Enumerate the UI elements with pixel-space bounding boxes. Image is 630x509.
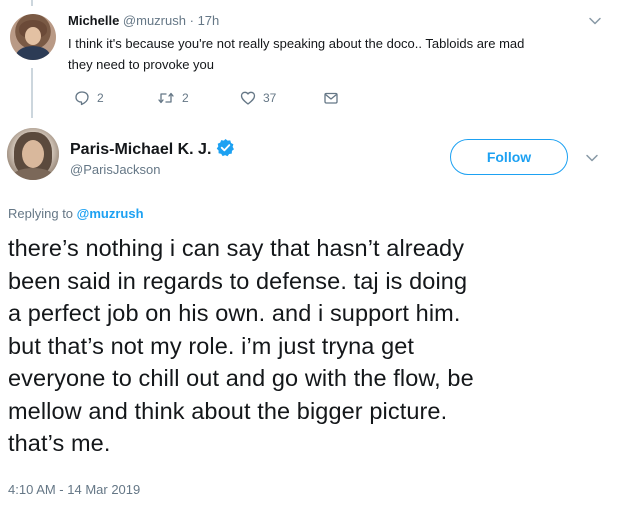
tweet-text: there’s nothing i can say that hasn’t al… (8, 232, 618, 460)
reply-separator: · (189, 13, 194, 28)
tweet-text-line: but that’s not my role. i’m just tryna g… (8, 332, 415, 359)
avatar[interactable] (10, 14, 56, 60)
chevron-down-icon[interactable] (588, 14, 602, 28)
reply-count: 2 (97, 91, 104, 105)
tweet-text-line: a perfect job on his own. and i support … (8, 300, 461, 326)
reply-action[interactable]: 2 (74, 90, 104, 106)
verified-badge-icon (217, 138, 235, 157)
reply-header: Michelle @muzrush · 17h (68, 13, 219, 28)
like-count: 37 (263, 91, 277, 105)
follow-button[interactable]: Follow (450, 139, 568, 175)
reply-author-name[interactable]: Michelle (68, 13, 119, 28)
replying-to: Replying to @muzrush (8, 206, 144, 221)
retweet-count: 2 (182, 91, 189, 105)
message-action[interactable] (323, 90, 339, 106)
heart-icon (240, 91, 256, 105)
replying-handle-link[interactable]: @muzrush (77, 206, 144, 221)
reply-text-line: they need to provoke you (68, 57, 214, 72)
retweet-icon (158, 92, 174, 104)
tweet-timestamp[interactable]: 4:10 AM - 14 Mar 2019 (8, 482, 140, 497)
tweet-text-line: been said in regards to defense. taj is … (8, 267, 468, 294)
tweet-text-line: that’s me. (8, 430, 111, 456)
reply-tweet[interactable]: Michelle @muzrush · 17h I think it's bec… (0, 0, 630, 118)
tweet-text-line: there’s nothing i can say that hasn’t al… (8, 235, 465, 261)
tweet-text-line: everyone to chill out and go with the fl… (8, 365, 474, 391)
comment-icon (75, 91, 89, 106)
author-name[interactable]: Paris-Michael K. J. (70, 141, 211, 158)
avatar-face (25, 27, 41, 45)
like-action[interactable]: 37 (240, 90, 276, 106)
avatar-body (16, 46, 50, 60)
thread-line (31, 68, 33, 118)
reply-text-line: I think it's because you're not really s… (68, 36, 525, 51)
author-avatar[interactable] (7, 128, 59, 180)
reply-text: I think it's because you're not really s… (68, 33, 608, 75)
avatar-face (22, 140, 44, 168)
author-name-row[interactable]: Paris-Michael K. J. (70, 138, 235, 159)
reply-time[interactable]: 17h (198, 13, 220, 28)
author-handle[interactable]: @ParisJackson (70, 162, 161, 177)
reply-author-handle[interactable]: @muzrush (123, 13, 186, 28)
tweet-text-line: mellow and think about the bigger pictur… (8, 397, 448, 424)
replying-prefix: Replying to (8, 206, 74, 221)
envelope-icon (324, 92, 338, 104)
chevron-down-icon[interactable] (585, 151, 599, 165)
retweet-action[interactable]: 2 (157, 90, 189, 106)
